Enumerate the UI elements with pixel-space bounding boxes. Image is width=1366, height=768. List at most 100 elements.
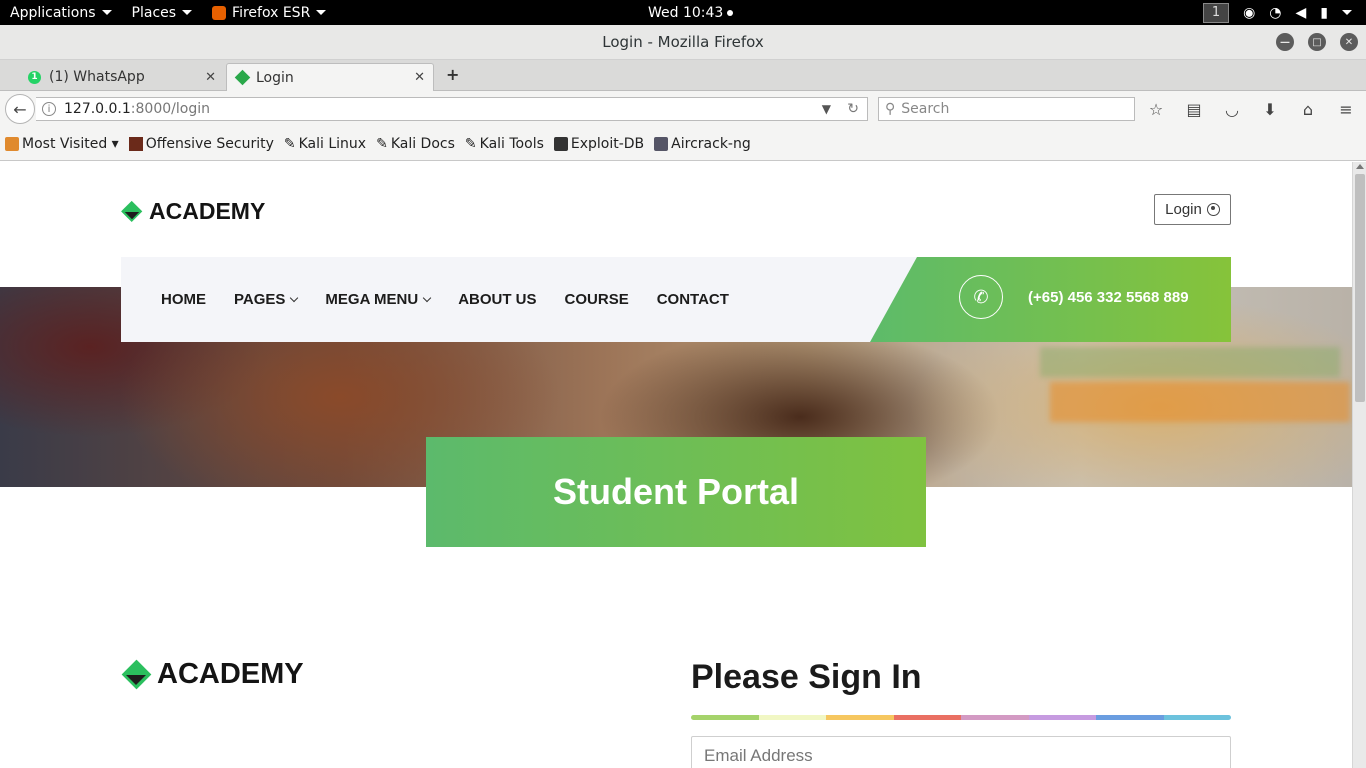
bookmark-offensive-security[interactable]: Offensive Security xyxy=(128,135,274,152)
signin-heading: Please Sign In xyxy=(691,658,922,696)
chevron-down-icon xyxy=(422,293,432,303)
site-logo[interactable]: ACADEMY xyxy=(121,198,265,225)
accent-segment xyxy=(893,715,961,720)
url-host: 127.0.0.1 xyxy=(64,101,131,117)
firefox-label: Firefox ESR xyxy=(232,4,311,21)
volume-icon[interactable]: ◀ xyxy=(1296,5,1307,21)
home-icon[interactable]: ⌂ xyxy=(1298,100,1318,119)
scroll-up-icon[interactable] xyxy=(1356,164,1364,169)
maximize-icon[interactable]: □ xyxy=(1308,33,1326,51)
accent-divider xyxy=(691,715,1231,720)
main-navigation: HOME PAGES MEGA MENU ABOUT US COURSE CON… xyxy=(121,257,1231,342)
minimize-icon[interactable]: — xyxy=(1276,33,1294,51)
tab-bar: 1 (1) WhatsApp ✕ Login ✕ xyxy=(0,60,1366,91)
close-tab-icon[interactable]: ✕ xyxy=(414,70,425,85)
toolbar-icons: ☆ ▤ ◡ ⬇ ⌂ ≡ xyxy=(1146,91,1356,127)
bookmark-kali-linux[interactable]: ✎ Kali Linux xyxy=(284,136,366,152)
reload-icon[interactable]: ↻ xyxy=(847,101,859,117)
back-arrow-icon[interactable]: ← xyxy=(5,94,35,124)
window-titlebar: Login - Mozilla Firefox — □ ✕ xyxy=(0,25,1366,60)
hamburger-menu-icon[interactable]: ≡ xyxy=(1336,100,1356,119)
bookmark-label: Offensive Security xyxy=(145,135,274,152)
nav-label: PAGES xyxy=(234,291,286,308)
workspace-indicator[interactable]: 1 xyxy=(1203,2,1230,23)
phone-icon: ✆ xyxy=(959,275,1003,319)
firefox-app-menu[interactable]: Firefox ESR xyxy=(202,0,336,25)
logo-text: ACADEMY xyxy=(157,658,304,690)
tab-login[interactable]: Login ✕ xyxy=(226,63,434,91)
phone-number[interactable]: (+65) 456 332 5568 889 xyxy=(1028,289,1189,306)
page-scrollbar[interactable] xyxy=(1352,162,1366,768)
whatsapp-icon: 1 xyxy=(28,70,41,84)
bookmark-kali-tools[interactable]: ✎ Kali Tools xyxy=(465,136,544,152)
bookmark-label: Kali Linux xyxy=(298,135,367,152)
system-tray: 1 ◉ ◔ ◀ ▮ xyxy=(1203,0,1352,25)
caret-down-icon xyxy=(316,10,327,15)
close-icon[interactable]: ✕ xyxy=(1340,33,1358,51)
nav-home[interactable]: HOME xyxy=(161,291,206,308)
wifi-icon[interactable]: ◔ xyxy=(1269,5,1281,21)
window-controls: — □ ✕ xyxy=(1276,33,1358,51)
nav-mega-menu[interactable]: MEGA MENU xyxy=(325,291,432,308)
accent-segment xyxy=(1028,715,1096,720)
notification-dot-icon xyxy=(727,9,734,16)
applications-menu[interactable]: Applications xyxy=(0,0,122,25)
history-dropdown-icon[interactable]: ▼ xyxy=(822,102,831,116)
reading-list-icon[interactable]: ▤ xyxy=(1184,100,1204,119)
search-input[interactable]: ⚲ Search xyxy=(878,97,1135,121)
url-path: :8000/login xyxy=(130,101,210,117)
places-menu[interactable]: Places xyxy=(122,0,203,25)
window-title: Login - Mozilla Firefox xyxy=(602,33,764,51)
bookmark-aircrack-ng[interactable]: Aircrack-ng xyxy=(654,136,751,152)
nav-menu: HOME PAGES MEGA MENU ABOUT US COURSE CON… xyxy=(161,257,729,342)
nav-label: MEGA MENU xyxy=(325,291,419,308)
nav-about-us[interactable]: ABOUT US xyxy=(458,291,536,308)
site-info-icon[interactable]: i xyxy=(42,102,56,116)
url-bar[interactable]: i 127.0.0.1:8000/login ▼ ↻ xyxy=(36,97,868,121)
hero-book-highlight xyxy=(1040,347,1340,377)
kali-dragon-icon: ✎ xyxy=(464,135,477,152)
battery-icon[interactable]: ▮ xyxy=(1320,5,1328,21)
bookmark-exploit-db[interactable]: Exploit-DB xyxy=(553,135,645,152)
web-page: ACADEMY Login HOME PAGES MEGA MENU ABOUT… xyxy=(0,162,1352,768)
bookmark-label: Kali Tools xyxy=(479,135,544,152)
login-button[interactable]: Login xyxy=(1154,194,1231,225)
nav-course[interactable]: COURSE xyxy=(565,291,629,308)
accent-segment xyxy=(758,715,826,720)
search-placeholder: Search xyxy=(901,101,950,117)
bookmarks-toolbar: Most Visited ▾ Offensive Security ✎ Kali… xyxy=(0,127,1366,161)
tab-whatsapp[interactable]: 1 (1) WhatsApp ✕ xyxy=(18,63,224,91)
navigation-bar: ← i 127.0.0.1:8000/login ▼ ↻ ⚲ Search ☆ … xyxy=(0,91,1366,127)
site-logo-large: ACADEMY xyxy=(121,658,304,691)
system-menu-caret-icon[interactable] xyxy=(1342,10,1352,15)
nav-pages[interactable]: PAGES xyxy=(234,291,299,308)
hero-book-highlight xyxy=(1050,382,1350,422)
pocket-icon[interactable]: ◡ xyxy=(1222,100,1242,119)
nav-contact[interactable]: CONTACT xyxy=(657,291,729,308)
folder-icon xyxy=(5,136,19,151)
download-icon[interactable]: ⬇ xyxy=(1260,100,1280,119)
email-placeholder: Email Address xyxy=(704,746,813,765)
email-field[interactable]: Email Address xyxy=(691,736,1231,768)
bookmark-most-visited[interactable]: Most Visited ▾ xyxy=(5,136,119,152)
academy-favicon-icon xyxy=(234,69,251,86)
new-tab-icon[interactable]: + xyxy=(446,65,459,84)
bookmark-kali-docs[interactable]: ✎ Kali Docs xyxy=(376,136,455,152)
search-icon: ⚲ xyxy=(885,101,896,117)
close-tab-icon[interactable]: ✕ xyxy=(205,70,216,85)
academy-logo-icon xyxy=(121,659,151,690)
accent-segment xyxy=(826,715,894,720)
accent-segment xyxy=(1096,715,1164,720)
scrollbar-thumb[interactable] xyxy=(1355,174,1365,402)
bookmark-label: Most Visited ▾ xyxy=(22,135,119,152)
accent-segment xyxy=(691,715,759,720)
places-label: Places xyxy=(131,4,177,21)
offensive-security-icon xyxy=(128,136,143,151)
accent-segment xyxy=(961,715,1029,720)
tab-label: Login xyxy=(256,69,294,86)
clock[interactable]: Wed 10:43 xyxy=(648,0,734,25)
video-camera-icon[interactable]: ◉ xyxy=(1243,5,1255,21)
bookmark-label: Exploit-DB xyxy=(570,135,645,152)
bookmark-star-icon[interactable]: ☆ xyxy=(1146,100,1166,119)
bookmark-label: Aircrack-ng xyxy=(671,135,751,152)
